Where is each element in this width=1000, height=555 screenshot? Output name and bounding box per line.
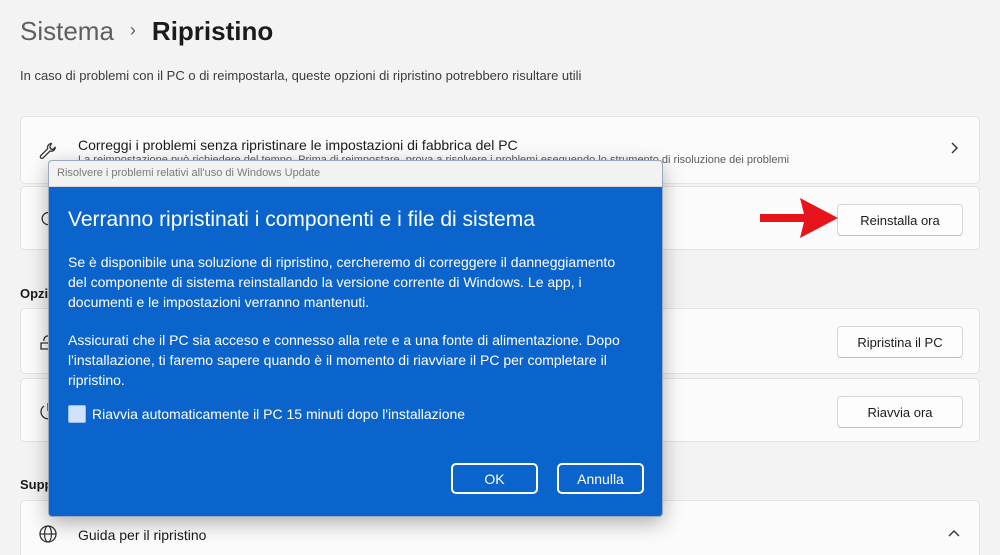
dialog-heading: Verranno ripristinati i componenti e i f…	[68, 208, 535, 231]
auto-restart-checkbox[interactable]	[68, 405, 86, 423]
dialog-paragraph-2: Assicurati che il PC sia acceso e connes…	[68, 332, 620, 388]
chevron-up-icon[interactable]	[947, 527, 961, 545]
restart-now-button[interactable]: Riavvia ora	[837, 396, 963, 428]
wrench-icon	[37, 140, 59, 162]
page-description: In caso di problemi con il PC o di reimp…	[20, 68, 582, 83]
ok-button[interactable]: OK	[451, 463, 538, 494]
breadcrumb: Sistema › Ripristino	[20, 16, 273, 47]
help-title: Guida per il ripristino	[78, 527, 207, 543]
auto-restart-checkbox-label[interactable]: Riavvia automaticamente il PC 15 minuti …	[92, 406, 465, 422]
troubleshoot-title: Correggi i problemi senza ripristinare l…	[78, 137, 518, 153]
breadcrumb-separator-icon: ›	[129, 20, 136, 40]
reset-pc-button[interactable]: Ripristina il PC	[837, 326, 963, 358]
repair-dialog: Risolvere i problemi relativi all'uso di…	[48, 160, 663, 517]
globe-icon	[37, 523, 59, 545]
red-arrow-icon	[760, 198, 838, 238]
section-options-label: Opzi	[20, 286, 49, 301]
cancel-button[interactable]: Annulla	[557, 463, 644, 494]
breadcrumb-parent[interactable]: Sistema	[20, 16, 114, 47]
chevron-right-icon	[949, 141, 961, 160]
dialog-paragraph-1: Se è disponibile una soluzione di ripris…	[68, 254, 616, 310]
auto-restart-checkbox-row[interactable]: Riavvia automaticamente il PC 15 minuti …	[68, 405, 465, 423]
reinstall-now-button[interactable]: Reinstalla ora	[837, 204, 963, 236]
page-title: Ripristino	[151, 16, 274, 46]
dialog-title: Risolvere i problemi relativi all'uso di…	[49, 161, 662, 187]
